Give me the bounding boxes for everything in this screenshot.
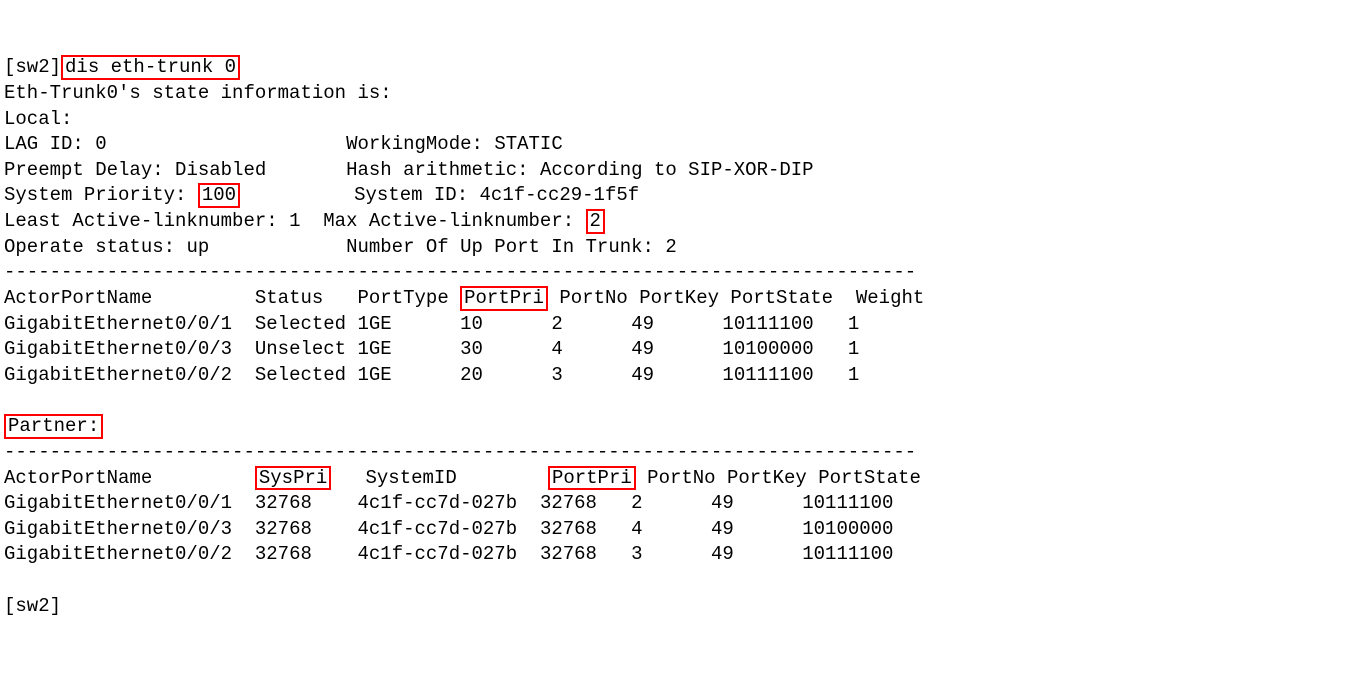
col-actor: ActorPortName <box>4 467 152 489</box>
operate-label: Operate status: <box>4 236 175 258</box>
working-mode-value: STATIC <box>494 133 562 155</box>
working-mode-label: WorkingMode: <box>346 133 483 155</box>
operate-value: up <box>186 236 209 258</box>
col-portstate: PortState <box>818 467 921 489</box>
table-row: GigabitEthernet0/0/2 32768 4c1f-cc7d-027… <box>4 543 893 565</box>
preempt-label: Preempt Delay: <box>4 159 164 181</box>
col-portstate: PortState <box>730 287 833 309</box>
col-status: Status <box>255 287 323 309</box>
max-active-value: 2 <box>586 209 605 234</box>
header-line: Eth-Trunk0's state information is: <box>4 82 392 104</box>
terminal-output: [sw2]dis eth-trunk 0 Eth-Trunk0's state … <box>4 55 1357 619</box>
table-row: GigabitEthernet0/0/3 32768 4c1f-cc7d-027… <box>4 518 893 540</box>
col-portpri: PortPri <box>460 286 548 311</box>
max-active-label: Max Active-linknumber: <box>323 210 574 232</box>
hash-label: Hash arithmetic: <box>346 159 528 181</box>
sys-id-label: System ID: <box>354 184 468 206</box>
least-active-label: Least Active-linknumber: <box>4 210 278 232</box>
sys-pri-value: 100 <box>198 183 240 208</box>
table-row: GigabitEthernet0/0/1 Selected 1GE 10 2 4… <box>4 313 859 335</box>
sys-id-value: 4c1f-cc29-1f5f <box>480 184 640 206</box>
col-actor: ActorPortName <box>4 287 152 309</box>
table-row: GigabitEthernet0/0/3 Unselect 1GE 30 4 4… <box>4 338 859 360</box>
prompt[interactable]: [sw2] <box>4 595 61 617</box>
col-portkey: PortKey <box>727 467 807 489</box>
col-portno: PortNo <box>647 467 715 489</box>
preempt-value: Disabled <box>175 159 266 181</box>
separator: ----------------------------------------… <box>4 261 916 283</box>
col-portno: PortNo <box>559 287 627 309</box>
lag-id-label: LAG ID: <box>4 133 84 155</box>
col-weight: Weight <box>856 287 924 309</box>
num-up-value: 2 <box>665 236 676 258</box>
sys-pri-label: System Priority: <box>4 184 186 206</box>
table-row: GigabitEthernet0/0/1 32768 4c1f-cc7d-027… <box>4 492 893 514</box>
col-syspri: SysPri <box>255 466 331 491</box>
local-label: Local: <box>4 108 72 130</box>
hash-value: According to SIP-XOR-DIP <box>540 159 814 181</box>
lag-id-value: 0 <box>95 133 106 155</box>
partner-label: Partner: <box>4 414 103 439</box>
separator: ----------------------------------------… <box>4 441 916 463</box>
command: dis eth-trunk 0 <box>61 55 240 80</box>
col-portpri: PortPri <box>548 466 636 491</box>
least-active-value: 1 <box>289 210 300 232</box>
col-systemid: SystemID <box>366 467 457 489</box>
num-up-label: Number Of Up Port In Trunk: <box>346 236 654 258</box>
prompt: [sw2] <box>4 56 61 78</box>
col-porttype: PortType <box>358 287 449 309</box>
col-portkey: PortKey <box>639 287 719 309</box>
table-row: GigabitEthernet0/0/2 Selected 1GE 20 3 4… <box>4 364 859 386</box>
